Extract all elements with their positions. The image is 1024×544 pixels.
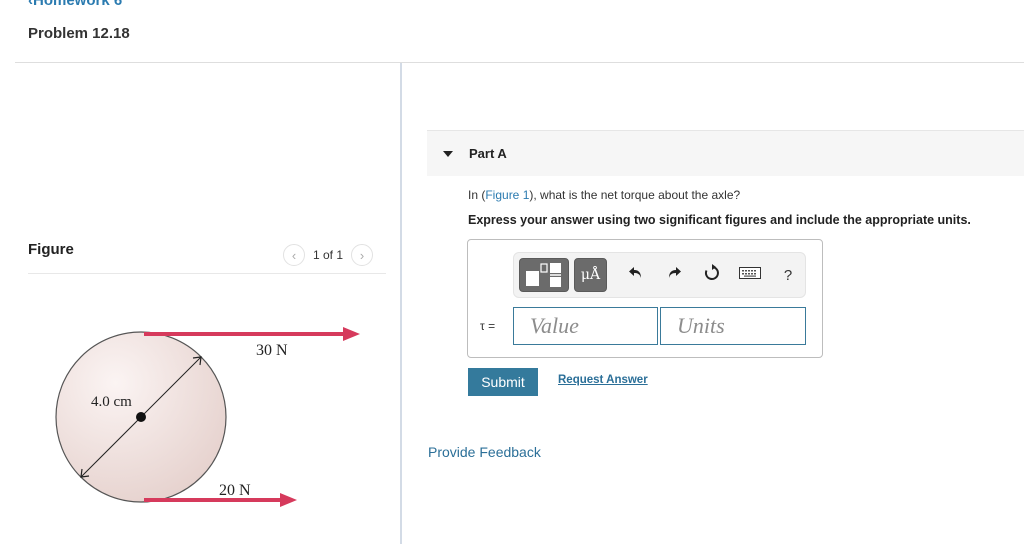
problem-title: Problem 12.18 xyxy=(28,25,130,42)
figure-1-link[interactable]: Figure 1 xyxy=(485,188,529,202)
units-button[interactable]: μÅ xyxy=(574,258,607,292)
torque-diagram: 4.0 cm 30 N 20 N xyxy=(55,327,360,507)
provide-feedback-link[interactable]: Provide Feedback xyxy=(428,444,541,460)
chevron-left-icon: ‹ xyxy=(291,247,297,263)
question-text: In (Figure 1), what is the net torque ab… xyxy=(468,188,740,202)
undo-button[interactable] xyxy=(621,265,651,286)
chevron-right-icon: › xyxy=(359,247,365,263)
answer-box: μÅ ? τ = Value Units xyxy=(467,239,823,358)
keyboard-button[interactable] xyxy=(735,266,765,284)
question-prefix: In ( xyxy=(468,188,486,202)
answer-instruction: Express your answer using two significan… xyxy=(468,213,971,227)
panel-divider[interactable] xyxy=(400,63,402,544)
reset-icon xyxy=(704,263,719,280)
figure-heading: Figure xyxy=(28,241,74,258)
redo-icon xyxy=(669,266,681,278)
undo-icon xyxy=(629,266,641,278)
variable-label: τ = xyxy=(480,319,495,333)
redo-button[interactable] xyxy=(659,265,689,286)
templates-button[interactable] xyxy=(519,258,569,292)
collapse-caret-icon[interactable] xyxy=(443,150,453,157)
figure-pager: ‹ 1 of 1 › xyxy=(283,244,374,266)
help-button[interactable]: ? xyxy=(773,267,803,284)
templates-icon xyxy=(526,263,561,287)
header-divider xyxy=(15,62,1024,63)
help-icon: ? xyxy=(783,266,793,284)
units-input[interactable] xyxy=(660,307,806,345)
units-icon: μÅ xyxy=(580,267,601,283)
tau-symbol: τ = xyxy=(480,319,496,333)
figure-counter: 1 of 1 xyxy=(313,248,344,262)
next-figure-button[interactable]: › xyxy=(351,244,374,266)
question-suffix: ), what is the net torque about the axle… xyxy=(529,188,741,202)
force-20n-arrowhead-icon xyxy=(280,493,297,507)
prev-figure-button[interactable]: ‹ xyxy=(283,244,305,266)
axle-dot xyxy=(136,412,146,422)
request-answer-link[interactable]: Request Answer xyxy=(558,374,648,386)
submit-button[interactable]: Submit xyxy=(468,368,538,396)
force-20n-label: 20 N xyxy=(219,482,251,499)
value-input[interactable] xyxy=(513,307,658,345)
force-30n-arrowhead-icon xyxy=(343,327,360,341)
back-to-homework-link[interactable]: ‹Homework 6 xyxy=(28,0,122,9)
diameter-label: 4.0 cm xyxy=(91,394,132,410)
reset-button[interactable] xyxy=(697,263,727,287)
keyboard-icon xyxy=(739,267,761,279)
part-title: Part A xyxy=(469,146,507,161)
math-toolbar: μÅ ? xyxy=(513,252,806,298)
figure-divider xyxy=(28,273,386,274)
part-a-header[interactable]: Part A xyxy=(427,130,1024,176)
force-30n-label: 30 N xyxy=(256,342,288,359)
